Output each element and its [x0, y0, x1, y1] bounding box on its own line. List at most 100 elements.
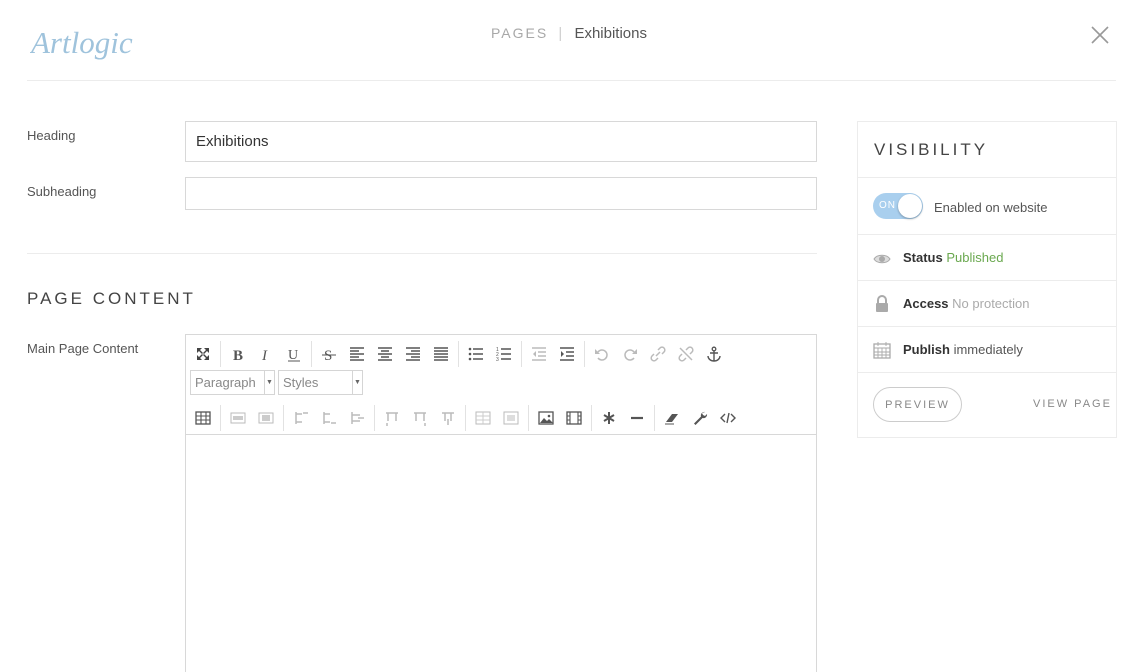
horizontal-rule-button[interactable]: [623, 406, 651, 430]
indent-icon: [560, 347, 574, 361]
justify-button[interactable]: [427, 342, 455, 366]
close-icon: [1091, 26, 1109, 44]
special-char-button[interactable]: [595, 406, 623, 430]
italic-button[interactable]: I: [252, 342, 280, 366]
row-props-icon: [258, 412, 274, 424]
align-center-icon: [378, 347, 392, 361]
breadcrumb-separator: |: [558, 25, 563, 42]
insert-col-after-button[interactable]: [406, 406, 434, 430]
subheading-input[interactable]: [185, 177, 817, 210]
media-button[interactable]: [560, 406, 588, 430]
italic-icon: I: [261, 348, 268, 362]
publish-row[interactable]: Publish immediately: [858, 326, 1116, 372]
bold-button[interactable]: B: [224, 342, 252, 366]
toolbar-separator: [584, 341, 585, 367]
align-right-button[interactable]: [399, 342, 427, 366]
page-content-title: PAGE CONTENT: [27, 289, 196, 308]
remove-format-button[interactable]: [658, 406, 686, 430]
link-icon: [650, 346, 666, 362]
toolbar-separator: [220, 341, 221, 367]
breadcrumb-current: Exhibitions: [574, 25, 647, 42]
fullscreen-button[interactable]: [189, 342, 217, 366]
link-button[interactable]: [644, 342, 672, 366]
heading-input[interactable]: [185, 121, 817, 162]
underline-button[interactable]: U: [280, 342, 308, 366]
status-row[interactable]: Status Published: [858, 234, 1116, 280]
heading-label: Heading: [27, 128, 76, 143]
split-cells-icon: [475, 411, 491, 425]
outdent-button[interactable]: [525, 342, 553, 366]
insert-row-after-icon: [323, 412, 336, 424]
access-row[interactable]: Access No protection: [858, 280, 1116, 326]
settings-wrench-icon: [694, 411, 708, 425]
undo-icon: [595, 349, 608, 361]
format-select[interactable]: Paragraph ▼: [190, 370, 275, 395]
enabled-label: Enabled on website: [934, 200, 1048, 215]
delete-row-icon: [351, 412, 364, 424]
anchor-button[interactable]: [700, 342, 728, 366]
numbered-list-button[interactable]: 123: [490, 342, 518, 366]
subheading-label: Subheading: [27, 184, 97, 199]
styles-select-value: Styles: [283, 375, 319, 390]
toolbar-separator: [283, 405, 284, 431]
align-left-icon: [350, 347, 364, 361]
outdent-icon: [532, 347, 546, 361]
cell-props-icon: [230, 412, 246, 424]
svg-text:I: I: [261, 348, 268, 362]
code-button[interactable]: [714, 406, 742, 430]
insert-row-before-button[interactable]: [287, 406, 315, 430]
merge-cells-button[interactable]: [497, 406, 525, 430]
anchor-icon: [707, 346, 721, 362]
split-cells-button[interactable]: [469, 406, 497, 430]
align-center-button[interactable]: [371, 342, 399, 366]
row-props-button[interactable]: [252, 406, 280, 430]
preview-button[interactable]: PREVIEW: [873, 387, 962, 422]
strikethrough-button[interactable]: S: [315, 342, 343, 366]
publish-key: Publish: [903, 342, 950, 357]
lock-icon: [876, 295, 888, 312]
access-text: Access No protection: [903, 296, 1030, 311]
enabled-row: ON Enabled on website: [858, 177, 1116, 234]
status-text: Status Published: [903, 250, 1003, 265]
toolbar-separator: [654, 405, 655, 431]
image-button[interactable]: [532, 406, 560, 430]
svg-text:3: 3: [496, 357, 499, 362]
media-icon: [566, 411, 582, 425]
close-button[interactable]: [1090, 25, 1110, 45]
breadcrumb-pages-link[interactable]: PAGES: [491, 25, 548, 41]
publish-text: Publish immediately: [903, 342, 1023, 357]
unlink-button[interactable]: [672, 342, 700, 366]
insert-row-after-button[interactable]: [315, 406, 343, 430]
view-page-link[interactable]: VIEW PAGE: [1033, 398, 1112, 410]
delete-col-button[interactable]: [434, 406, 462, 430]
bullet-list-button[interactable]: [462, 342, 490, 366]
eye-icon: [873, 254, 891, 264]
indent-button[interactable]: [553, 342, 581, 366]
enabled-toggle[interactable]: ON: [873, 193, 923, 219]
cell-props-button[interactable]: [224, 406, 252, 430]
chevron-down-icon: ▼: [352, 371, 362, 394]
status-key: Status: [903, 250, 943, 265]
undo-button[interactable]: [588, 342, 616, 366]
header-divider: [27, 80, 1116, 81]
redo-button[interactable]: [616, 342, 644, 366]
table-icon: [195, 411, 211, 425]
merge-cells-icon: [503, 411, 519, 425]
svg-text:B: B: [233, 348, 243, 362]
editor-content-area[interactable]: [186, 435, 816, 672]
delete-row-button[interactable]: [343, 406, 371, 430]
settings-wrench-button[interactable]: [686, 406, 714, 430]
unlink-icon: [678, 346, 694, 362]
styles-select[interactable]: Styles ▼: [278, 370, 363, 395]
insert-col-before-button[interactable]: [378, 406, 406, 430]
align-left-button[interactable]: [343, 342, 371, 366]
justify-icon: [434, 347, 448, 361]
access-key: Access: [903, 296, 949, 311]
toolbar-separator: [591, 405, 592, 431]
toolbar-separator: [528, 405, 529, 431]
table-button[interactable]: [189, 406, 217, 430]
image-icon: [538, 411, 554, 425]
toolbar-separator: [220, 405, 221, 431]
svg-text:U: U: [288, 348, 298, 362]
special-char-icon: [603, 412, 615, 424]
